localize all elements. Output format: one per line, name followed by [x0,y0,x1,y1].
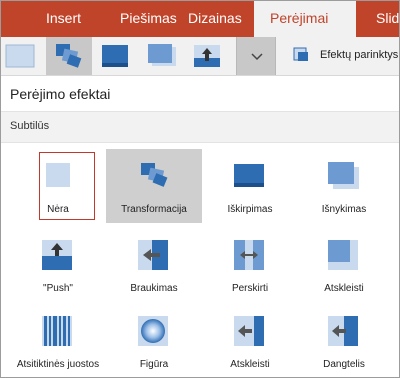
fade-transition-icon [148,44,176,66]
transition-item-split[interactable]: Perskirti [202,228,298,302]
reveal-transition-icon [328,240,358,270]
tab-draw[interactable]: Piešimas [110,0,180,37]
transition-item-uncover[interactable]: Atskleisti [202,304,298,378]
cover-transition-icon [328,316,358,346]
none-transition-icon [46,163,70,187]
transition-item-none[interactable]: Nėra [10,149,106,223]
tab-transitions[interactable]: Perėjimai [254,0,356,37]
none-transition-icon [5,44,35,68]
transition-item-shape[interactable]: Figūra [106,304,202,378]
random-bars-transition-icon [42,316,72,346]
transitions-ribbon: Efektų parinktys [0,37,400,76]
transition-item-push[interactable]: "Push" [10,228,106,302]
cut-transition-icon [102,45,128,67]
transition-item-morph[interactable]: Transformacija [106,149,202,223]
morph-transition-icon [141,163,168,187]
transition-item-reveal[interactable]: Atskleisti [296,228,392,302]
ribbon-tab-bar: Insert Piešimas Dizainas Perėjimai Slid [0,0,400,37]
transition-effects-panel: Perėjimo efektai Subtilūs Nėra Transform… [0,76,400,378]
wipe-transition-icon [138,240,168,270]
ribbon-transition-fade[interactable] [138,37,184,75]
tab-slideshow[interactable]: Slid [368,0,400,37]
section-header: Subtilūs [0,112,400,142]
ribbon-transition-none[interactable] [0,37,46,75]
divider [0,142,400,143]
transition-item-fade[interactable]: Išnykimas [296,149,392,223]
transition-item-label: Atskleisti [324,283,364,294]
effect-options-icon [293,47,308,61]
chevron-down-icon [251,53,263,61]
uncover-transition-icon [234,316,264,346]
cut-transition-icon [234,164,264,187]
shape-transition-icon [138,316,168,346]
tab-insert[interactable]: Insert [36,0,94,37]
push-transition-icon [42,240,72,270]
transition-item-wipe[interactable]: Braukimas [106,228,202,302]
ribbon-transition-push[interactable] [184,37,230,75]
effect-options-button[interactable]: Efektų parinktys [288,37,400,75]
transition-item-cover[interactable]: Dangtelis [296,304,392,378]
morph-transition-icon [56,44,82,68]
ribbon-transition-cut[interactable] [92,37,138,75]
effect-options-label: Efektų parinktys [320,49,399,61]
transition-item-label: Dangtelis [323,359,365,370]
ribbon-transition-morph[interactable] [46,37,92,75]
fade-transition-icon [328,162,359,189]
transition-item-label: Išnykimas [321,204,367,215]
split-transition-icon [234,240,264,270]
section-label: Subtilūs [10,120,50,132]
push-transition-icon [194,45,220,67]
tab-design[interactable]: Dizainas [178,0,254,37]
more-transitions-button[interactable] [236,37,276,75]
transition-item-cut[interactable]: Iškirpimas [202,149,298,223]
panel-title: Perėjimo efektai [10,86,111,102]
transition-item-random-bars[interactable]: Atsitiktinės juostos [10,304,106,378]
